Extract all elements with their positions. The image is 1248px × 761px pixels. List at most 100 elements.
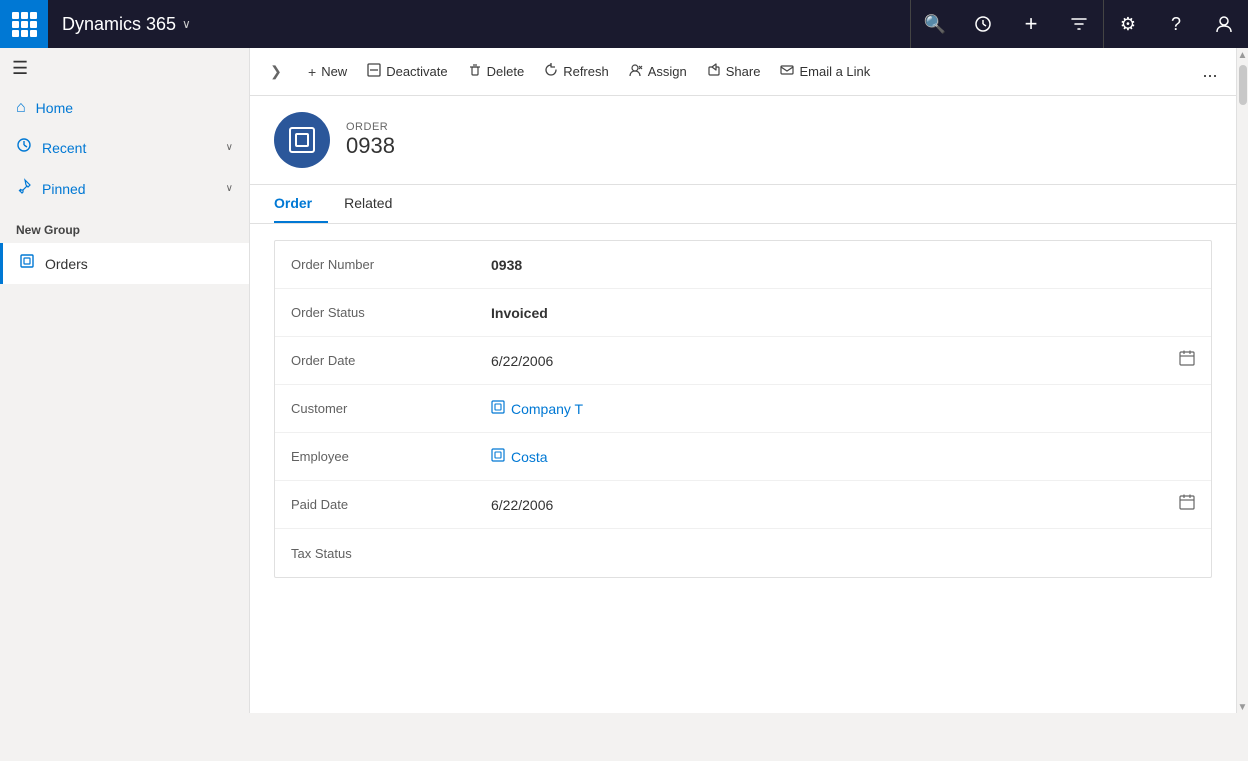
scroll-thumb[interactable] — [1239, 65, 1247, 105]
tab-order[interactable]: Order — [274, 185, 328, 223]
employee-value[interactable]: Costa — [491, 448, 1155, 465]
tabs-container: Order Related — [250, 185, 1236, 224]
filter-button[interactable] — [1055, 0, 1103, 48]
deactivate-label: Deactivate — [386, 64, 447, 79]
waffle-icon — [12, 12, 37, 37]
delete-icon — [468, 63, 482, 80]
field-employee: Employee Costa — [275, 433, 1211, 481]
more-button[interactable]: ... — [1192, 54, 1228, 90]
tab-related[interactable]: Related — [344, 185, 408, 223]
new-label: New — [321, 64, 347, 79]
field-tax-status: Tax Status — [275, 529, 1211, 577]
deactivate-button[interactable]: Deactivate — [357, 54, 457, 90]
refresh-icon — [544, 63, 558, 80]
sidebar-item-orders[interactable]: Orders — [0, 243, 249, 284]
record-header: ORDER 0938 — [250, 96, 1236, 185]
record-name: 0938 — [346, 133, 395, 159]
settings-button[interactable]: ⚙ — [1104, 0, 1152, 48]
order-date-value[interactable]: 6/22/2006 — [491, 353, 1155, 369]
sidebar-item-pinned[interactable]: Pinned ∨ — [0, 168, 249, 209]
refresh-button[interactable]: Refresh — [534, 54, 619, 90]
new-button[interactable]: + New — [298, 54, 357, 90]
form-card: Order Number 0938 Order Status Invoiced … — [274, 240, 1212, 578]
tax-status-label: Tax Status — [291, 546, 491, 561]
assign-button[interactable]: Assign — [619, 54, 697, 90]
employee-name: Costa — [511, 449, 548, 465]
waffle-button[interactable] — [0, 0, 48, 48]
tab-order-label: Order — [274, 195, 312, 211]
delete-label: Delete — [487, 64, 525, 79]
hamburger-button[interactable]: ☰ — [0, 48, 249, 89]
customer-name: Company T — [511, 401, 583, 417]
scrollbar[interactable]: ▲ ▼ — [1236, 48, 1248, 713]
app-title-chevron: ∨ — [182, 17, 191, 31]
filter-icon — [1070, 15, 1088, 33]
form-area: Order Number 0938 Order Status Invoiced … — [250, 224, 1236, 713]
recent-nav-icon — [16, 137, 32, 158]
collapse-button[interactable]: ❯ — [258, 54, 294, 90]
scroll-up-arrow[interactable]: ▲ — [1238, 50, 1248, 61]
main-content: ❯ + New Deactivate — [250, 48, 1236, 713]
recent-icon — [974, 15, 992, 33]
recent-chevron: ∨ — [226, 142, 233, 153]
tab-related-label: Related — [344, 195, 392, 211]
app-name-label: Dynamics 365 — [62, 14, 176, 35]
order-number-label: Order Number — [291, 257, 491, 272]
home-icon: ⌂ — [16, 99, 26, 117]
field-customer: Customer Company T — [275, 385, 1211, 433]
sidebar-item-home[interactable]: ⌂ Home — [0, 89, 249, 127]
share-icon — [707, 63, 721, 80]
paid-date-calendar-icon[interactable] — [1179, 494, 1195, 515]
refresh-label: Refresh — [563, 64, 609, 79]
email-link-label: Email a Link — [799, 64, 870, 79]
order-date-calendar-icon[interactable] — [1179, 350, 1195, 371]
customer-label: Customer — [291, 401, 491, 416]
record-title-area: ORDER 0938 — [346, 121, 395, 159]
order-status-value[interactable]: Invoiced — [491, 305, 1155, 321]
record-entity-type: ORDER — [346, 121, 395, 133]
pinned-icon — [16, 178, 32, 199]
customer-link-icon — [491, 400, 505, 417]
paid-date-value[interactable]: 6/22/2006 — [491, 497, 1155, 513]
profile-button[interactable] — [1200, 0, 1248, 48]
topbar-right-area: ⚙ ? — [1104, 0, 1248, 48]
help-button[interactable]: ? — [1152, 0, 1200, 48]
order-number-value[interactable]: 0938 — [491, 257, 1155, 273]
order-status-label: Order Status — [291, 305, 491, 320]
sidebar: ☰ ⌂ Home Recent ∨ Pin — [0, 48, 250, 713]
app-title[interactable]: Dynamics 365 ∨ — [48, 14, 205, 35]
new-button-topbar[interactable]: + — [1007, 0, 1055, 48]
customer-value[interactable]: Company T — [491, 400, 1155, 417]
email-link-button[interactable]: Email a Link — [770, 54, 880, 90]
share-button[interactable]: Share — [697, 54, 771, 90]
assign-icon — [629, 63, 643, 80]
sidebar-group-label: New Group — [0, 209, 249, 243]
orders-label: Orders — [45, 256, 88, 272]
field-order-number: Order Number 0938 — [275, 241, 1211, 289]
assign-label: Assign — [648, 64, 687, 79]
field-order-date: Order Date 6/22/2006 — [275, 337, 1211, 385]
scroll-down-arrow[interactable]: ▼ — [1238, 702, 1248, 713]
field-paid-date: Paid Date 6/22/2006 — [275, 481, 1211, 529]
employee-link-icon — [491, 448, 505, 465]
sidebar-item-recent[interactable]: Recent ∨ — [0, 127, 249, 168]
deactivate-icon — [367, 63, 381, 80]
delete-button[interactable]: Delete — [458, 54, 535, 90]
recent-label: Recent — [42, 140, 216, 156]
layout: ☰ ⌂ Home Recent ∨ Pin — [0, 48, 1248, 713]
collapse-icon: ❯ — [270, 63, 282, 80]
hamburger-icon: ☰ — [12, 58, 28, 79]
record-avatar-icon — [287, 125, 317, 155]
pinned-chevron: ∨ — [226, 183, 233, 194]
form-scroll-area: Order Number 0938 Order Status Invoiced … — [250, 224, 1236, 713]
pinned-label: Pinned — [42, 181, 216, 197]
recents-button[interactable] — [959, 0, 1007, 48]
order-date-label: Order Date — [291, 353, 491, 368]
new-icon: + — [308, 64, 316, 80]
orders-icon — [19, 253, 35, 274]
employee-label: Employee — [291, 449, 491, 464]
share-label: Share — [726, 64, 761, 79]
search-button[interactable]: 🔍 — [911, 0, 959, 48]
record-avatar — [274, 112, 330, 168]
email-link-icon — [780, 63, 794, 80]
